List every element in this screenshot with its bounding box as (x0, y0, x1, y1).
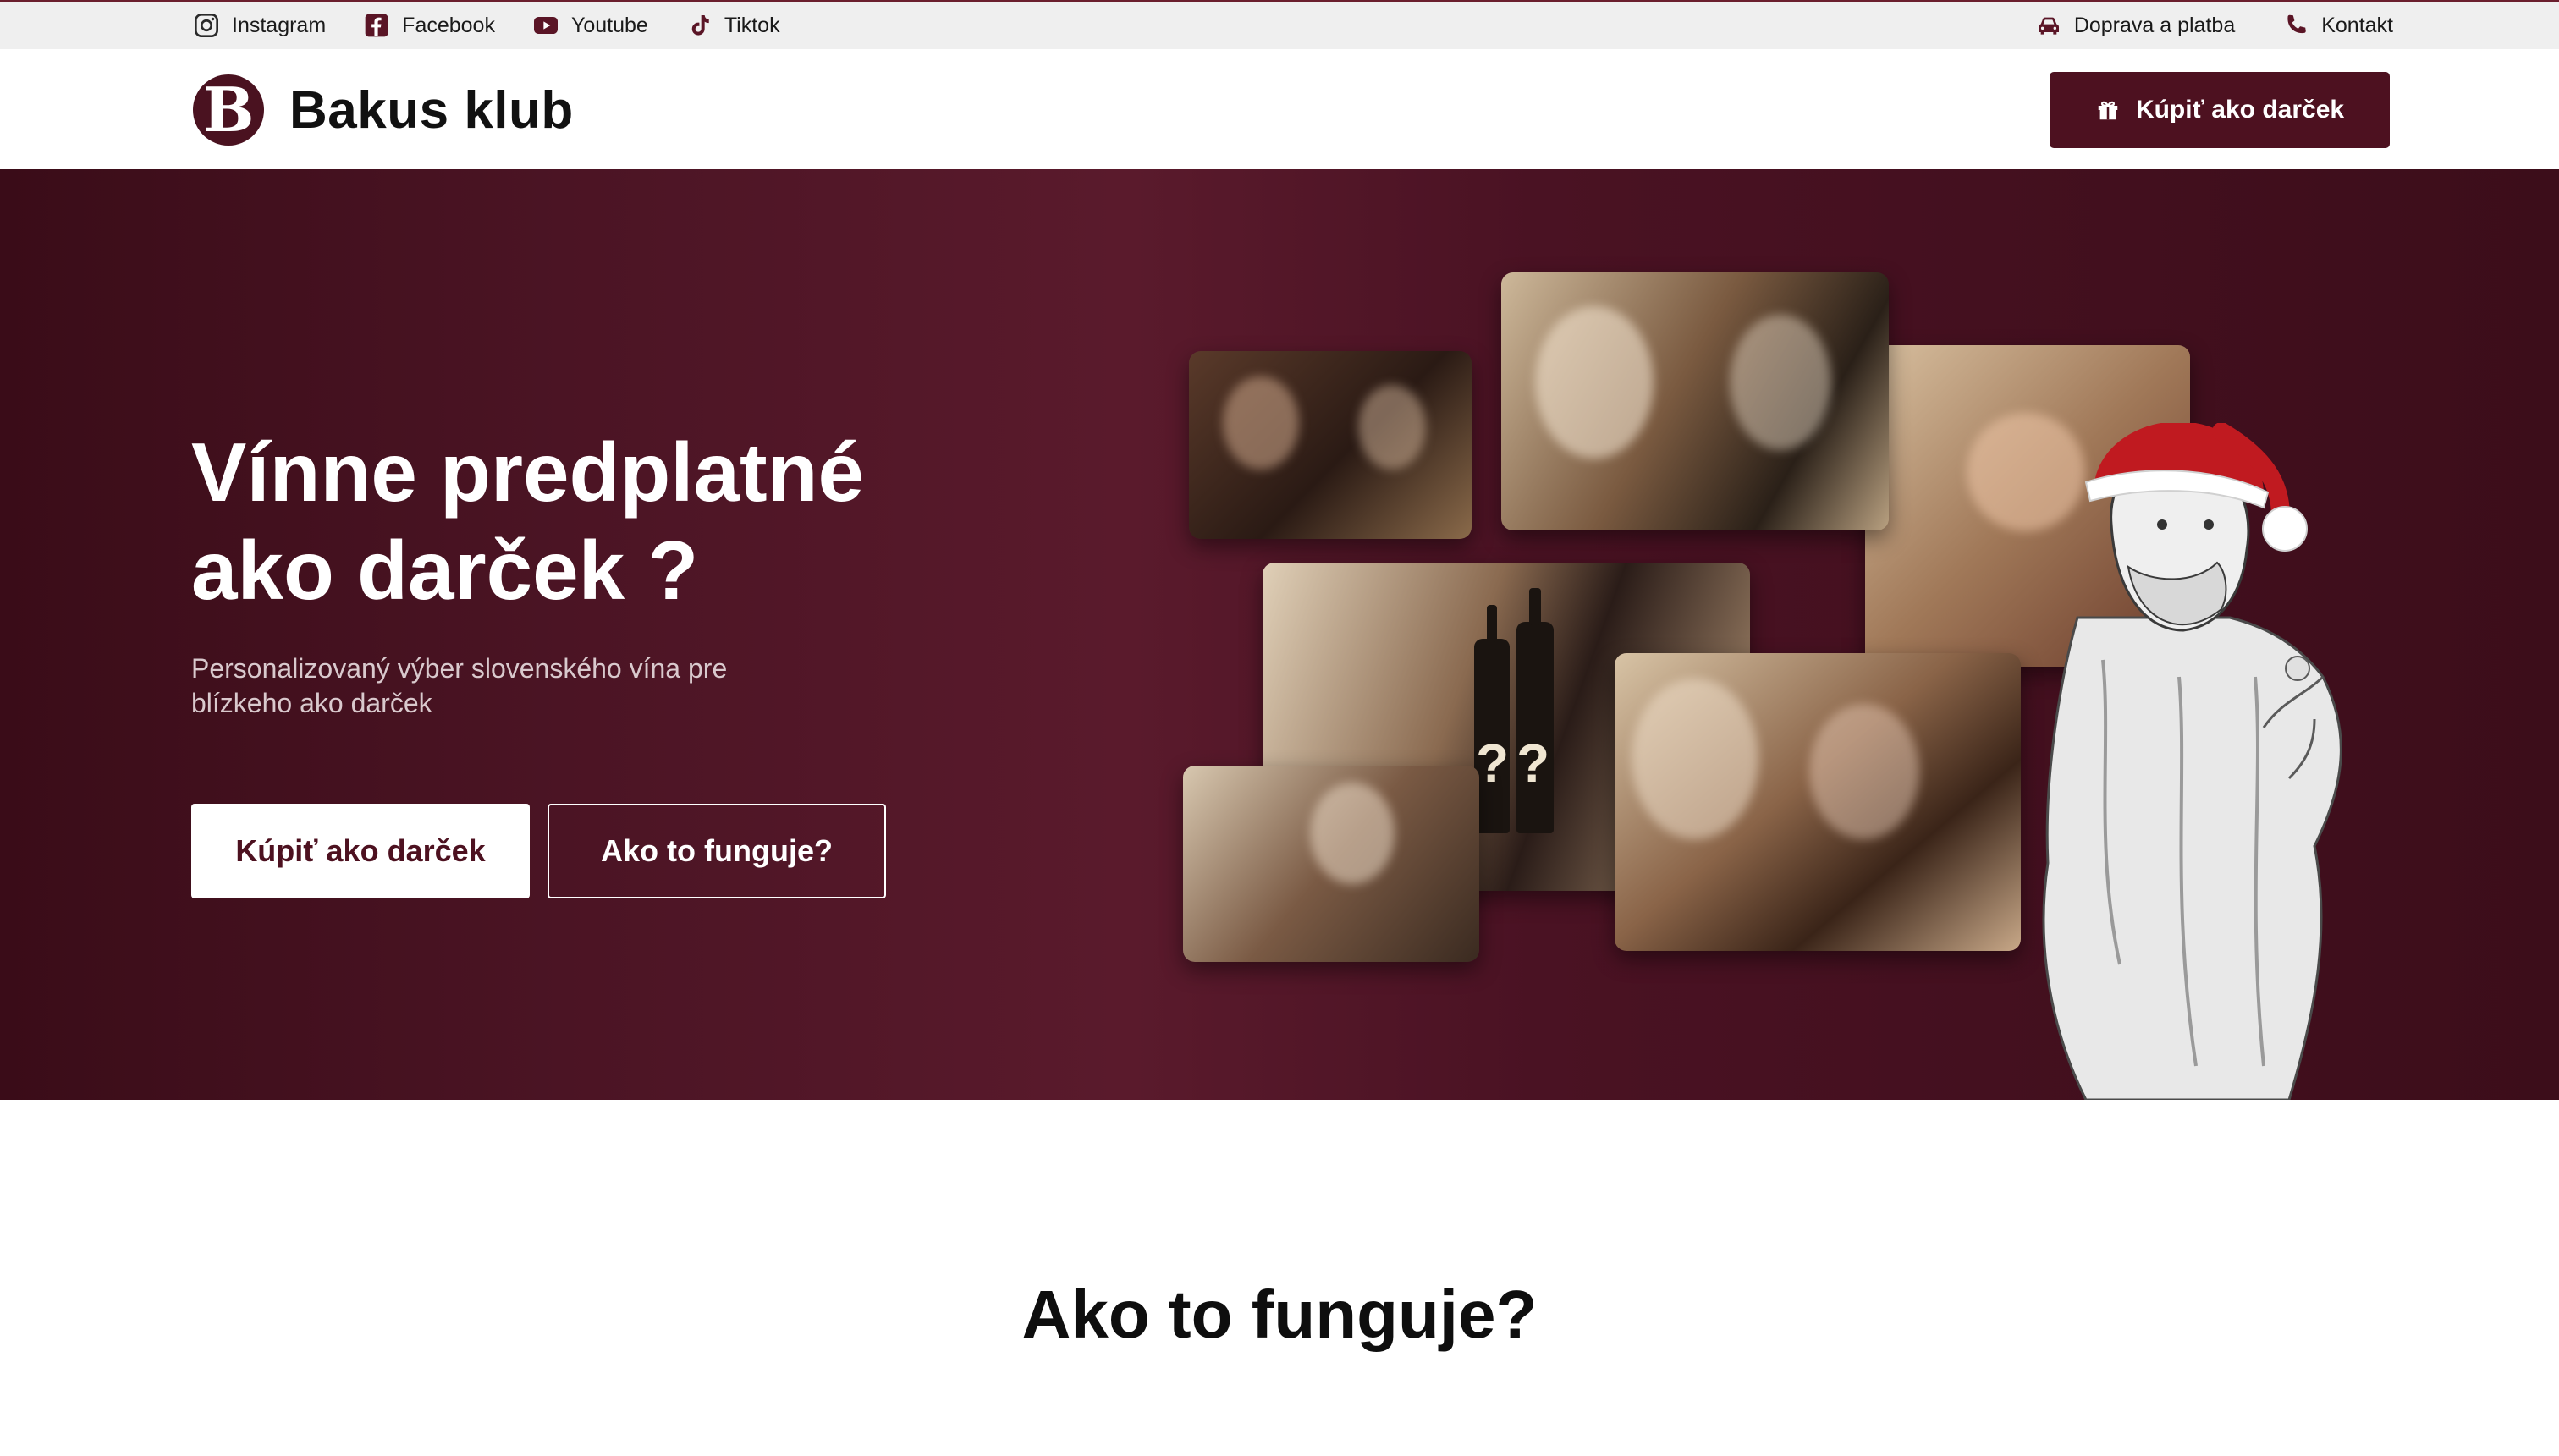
collage-photo-opening-bottles (1501, 272, 1889, 530)
buy-as-gift-button[interactable]: Kúpiť ako darček (191, 804, 530, 898)
hero-subtitle: Personalizovaný výber slovenského vína p… (191, 653, 728, 718)
shipping-label: Doprava a platba (2073, 13, 2236, 37)
hero-title: Vínne predplatné ako darček ? (191, 423, 953, 619)
youtube-link[interactable]: Youtube (532, 12, 648, 39)
how-it-works-button[interactable]: Ako to funguje? (548, 804, 886, 898)
collage-photo-friends-table (1183, 766, 1479, 962)
youtube-icon (533, 17, 558, 34)
tiktok-icon (691, 15, 709, 36)
collage-photo-couple-tasting (1189, 351, 1472, 539)
contact-label: Kontakt (2321, 13, 2393, 37)
hero-title-line1: Vínne predplatné (191, 426, 865, 519)
topbar-right-links: Doprava a platba Kontakt (2035, 12, 2393, 39)
facebook-link[interactable]: Facebook (363, 12, 495, 39)
instagram-icon (195, 14, 218, 37)
logo[interactable]: B Bakus klub (193, 74, 574, 146)
facebook-label: Facebook (402, 13, 495, 37)
shipping-link[interactable]: Doprava a platba (2035, 12, 2235, 39)
facebook-icon (365, 14, 388, 37)
hero-section: Vínne predplatné ako darček ? Personaliz… (0, 169, 2559, 1100)
gift-icon (2098, 101, 2118, 120)
brand-name: Bakus klub (289, 80, 574, 140)
how-it-works-title: Ako to funguje? (1021, 1277, 1538, 1352)
site-header: B Bakus klub Kúpiť ako darček (0, 49, 2559, 170)
car-icon (2038, 17, 2059, 35)
top-bar: Instagram Facebook Youtube Tiktok Doprav… (0, 0, 2559, 49)
tiktok-link[interactable]: Tiktok (685, 12, 780, 39)
social-links: Instagram Facebook Youtube Tiktok (193, 12, 780, 39)
youtube-label: Youtube (570, 13, 648, 37)
buy-as-gift-header-button[interactable]: Kúpiť ako darček (2050, 72, 2390, 148)
contact-link[interactable]: Kontakt (2282, 12, 2393, 39)
tiktok-label: Tiktok (724, 13, 780, 37)
instagram-link[interactable]: Instagram (193, 12, 326, 39)
collage-photo-wine-gift-card (1615, 653, 2021, 951)
logo-mark: B (193, 74, 264, 146)
bacchus-statue-illustration (2042, 423, 2342, 1100)
instagram-label: Instagram (232, 13, 327, 37)
hero-title-line2: ako darček ? (191, 524, 699, 617)
phone-icon (2287, 14, 2306, 34)
logo-letter: B (202, 74, 255, 146)
header-cta-label: Kúpiť ako darček (2135, 96, 2345, 124)
